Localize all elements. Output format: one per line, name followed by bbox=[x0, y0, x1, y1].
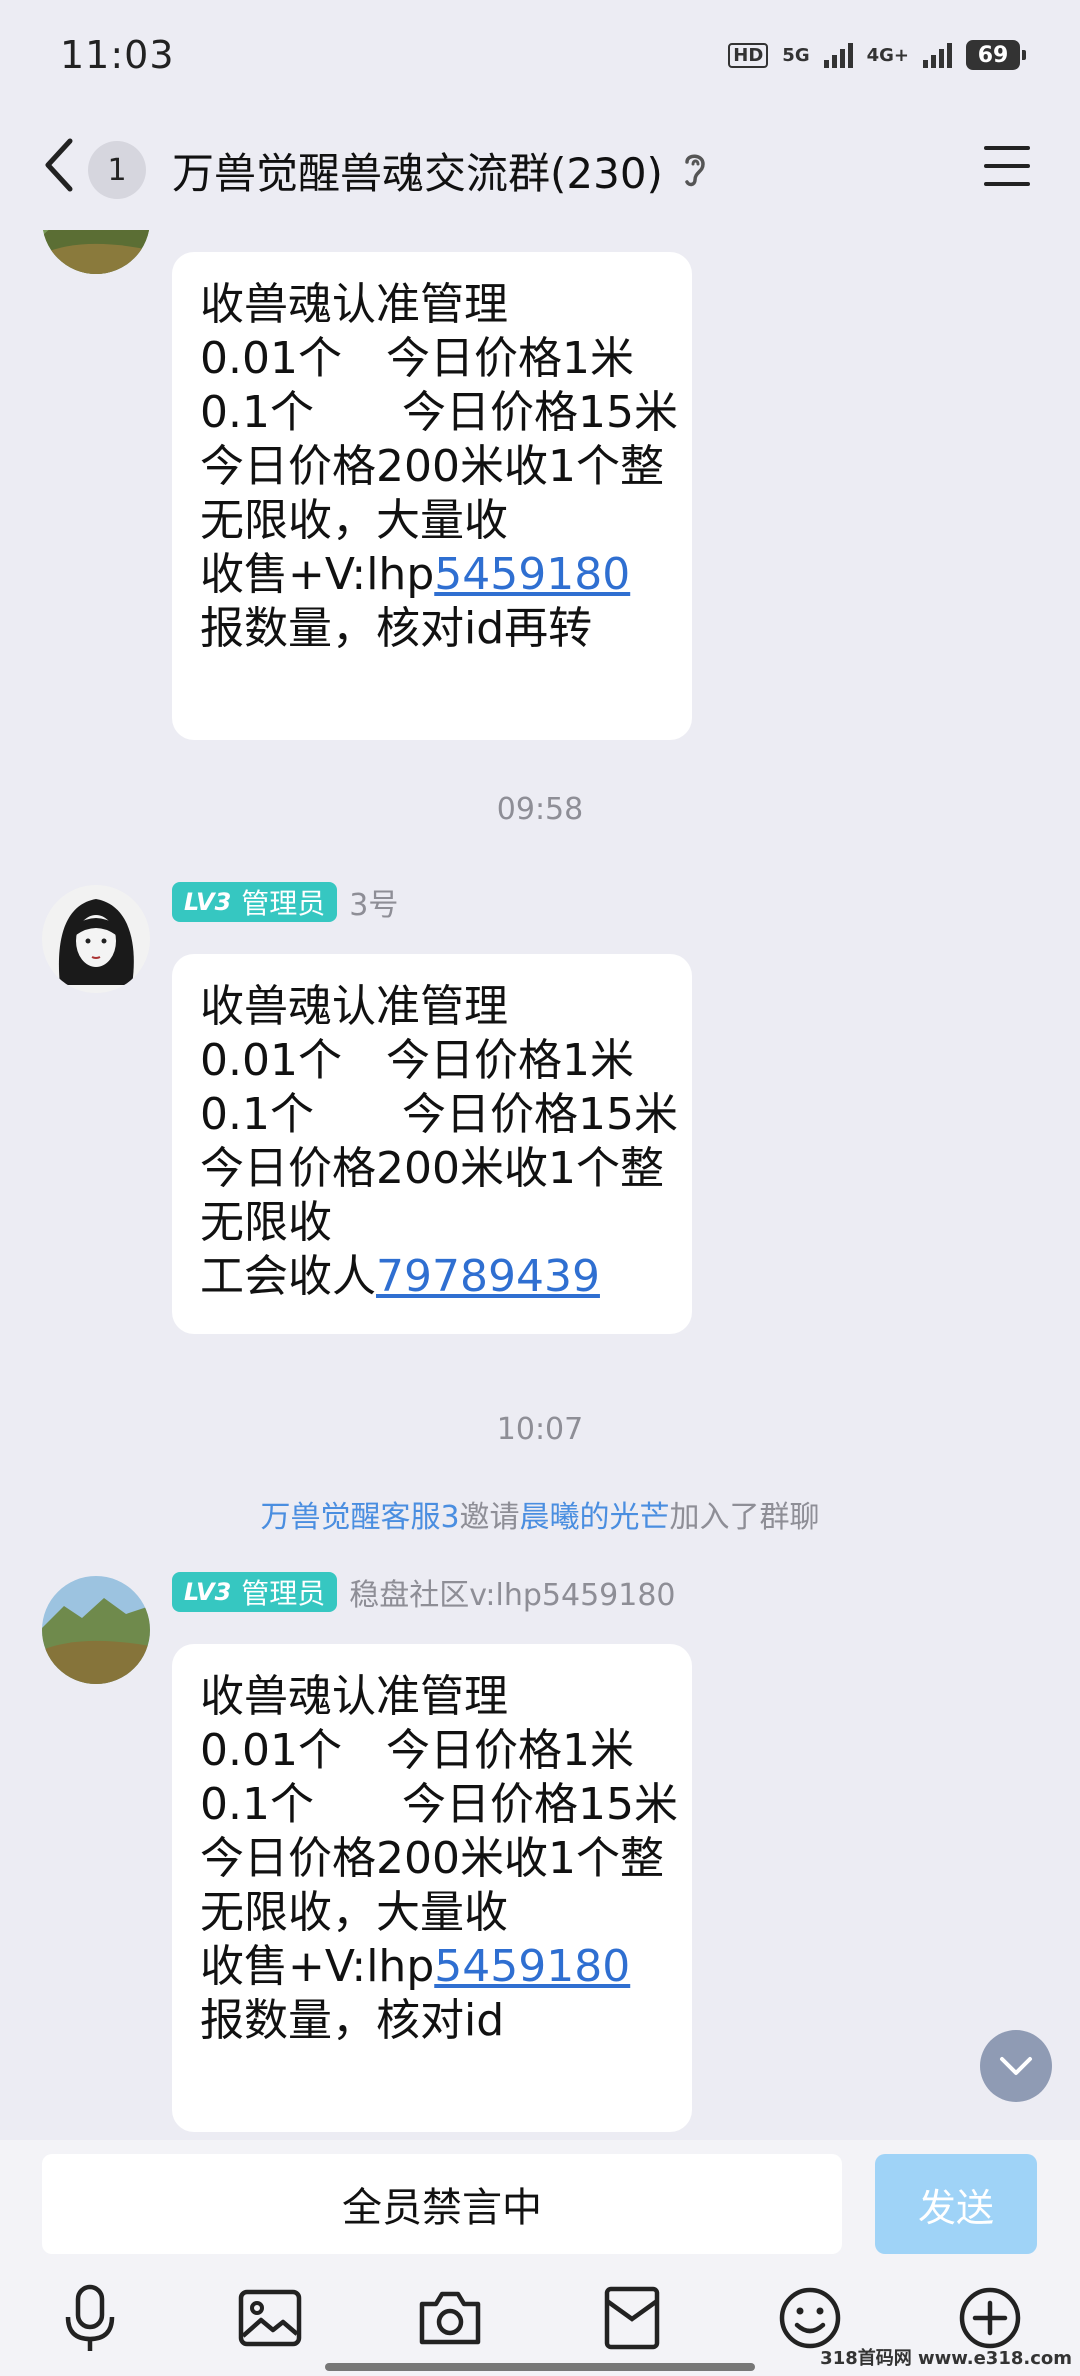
message-line: 报数量，核对id bbox=[200, 1995, 505, 2046]
role-badge: LV3 管理员 bbox=[172, 1572, 338, 1612]
home-indicator[interactable] bbox=[325, 2363, 755, 2371]
avatar[interactable] bbox=[42, 1576, 150, 1684]
muted-input-field[interactable]: 全员禁言中 bbox=[42, 2154, 842, 2254]
number-link[interactable]: 5459180 bbox=[434, 1941, 630, 1992]
number-link[interactable]: 5459180 bbox=[434, 549, 630, 600]
message-text: 收售+V:lhp bbox=[200, 549, 435, 600]
message-line: 0.1个 今日价格15米 bbox=[200, 387, 678, 438]
message-line: 无限收，大量收 bbox=[200, 1887, 508, 1938]
watermark: 318首码网 www.e318.com bbox=[820, 2348, 1072, 2369]
status-time: 11:03 bbox=[60, 33, 175, 77]
image-icon[interactable] bbox=[232, 2280, 308, 2356]
role-badge: LV3 管理员 bbox=[172, 882, 338, 922]
avatar[interactable] bbox=[42, 230, 150, 274]
red-packet-icon[interactable] bbox=[594, 2280, 670, 2356]
message-line: 无限收 bbox=[200, 1197, 332, 1248]
timestamp: 10:07 bbox=[496, 1412, 584, 1447]
chevron-down-icon bbox=[1000, 2057, 1032, 2075]
role-label: 管理员 bbox=[241, 887, 326, 920]
chevron-left-icon bbox=[45, 138, 73, 192]
message-line: 无限收，大量收 bbox=[200, 495, 508, 546]
message-line: 收兽魂认准管理 bbox=[200, 279, 508, 330]
signal-icon-2 bbox=[923, 42, 952, 68]
number-link[interactable]: 79789439 bbox=[376, 1251, 600, 1302]
timestamp: 09:58 bbox=[496, 792, 584, 827]
avatar[interactable] bbox=[42, 885, 150, 993]
input-bar: 全员禁言中 发送 bbox=[0, 2140, 1080, 2376]
message-line: 收兽魂认准管理 bbox=[200, 1671, 508, 1722]
camera-icon[interactable] bbox=[412, 2280, 488, 2356]
message-line: 0.01个 今日价格1米 bbox=[200, 1035, 634, 1086]
net-5g-label: 5G bbox=[782, 44, 810, 66]
message-text: 工会收人 bbox=[200, 1251, 376, 1302]
scroll-to-bottom-button[interactable] bbox=[980, 2030, 1052, 2102]
back-button[interactable] bbox=[40, 135, 80, 205]
role-label: 管理员 bbox=[241, 1577, 326, 1610]
chat-list[interactable]: 收兽魂认准管理 0.01个 今日价格1米 0.1个 今日价格15米 今日价格20… bbox=[0, 230, 1080, 2140]
status-bar: 11:03 HD 5G 4G+ 69 bbox=[0, 0, 1080, 110]
unread-count-badge[interactable]: 1 bbox=[88, 141, 146, 199]
battery-icon: 69 bbox=[966, 40, 1026, 70]
ear-icon[interactable] bbox=[681, 148, 709, 192]
level-label: LV3 bbox=[184, 888, 232, 916]
group-title: 万兽觉醒兽魂交流群(230) bbox=[172, 148, 663, 198]
net-4g-label: 4G+ bbox=[866, 44, 909, 66]
status-icons: HD 5G 4G+ 69 bbox=[728, 40, 1026, 70]
invitee-name[interactable]: 晨曦的光芒 bbox=[520, 1500, 670, 1535]
message-bubble[interactable]: 收兽魂认准管理 0.01个 今日价格1米 0.1个 今日价格15米 今日价格20… bbox=[172, 1644, 692, 2132]
sender-name[interactable]: 稳盘社区v:lhp5459180 bbox=[349, 1570, 675, 1614]
sender-row: LV3 管理员 3号 bbox=[172, 880, 398, 924]
hd-icon: HD bbox=[728, 42, 769, 68]
signal-icon bbox=[823, 42, 853, 68]
message-text: 收售+V:lhp bbox=[200, 1941, 435, 1992]
message-line: 0.1个 今日价格15米 bbox=[200, 1779, 678, 1830]
level-label: LV3 bbox=[184, 1578, 232, 1606]
message-line: 收兽魂认准管理 bbox=[200, 981, 508, 1032]
menu-icon[interactable] bbox=[984, 146, 1030, 186]
notice-verb: 邀请 bbox=[459, 1500, 520, 1535]
message-line: 报数量，核对id再转 bbox=[200, 603, 593, 654]
inviter-name[interactable]: 万兽觉醒客服3 bbox=[260, 1500, 459, 1535]
chat-header: 1 万兽觉醒兽魂交流群(230) bbox=[0, 110, 1080, 230]
send-button[interactable]: 发送 bbox=[875, 2154, 1037, 2254]
notice-suffix: 加入了群聊 bbox=[669, 1500, 820, 1535]
mic-icon[interactable] bbox=[52, 2280, 128, 2356]
system-notice: 万兽觉醒客服3邀请晨曦的光芒加入了群聊 bbox=[0, 1492, 1080, 1536]
message-line: 今日价格200米收1个整 bbox=[200, 441, 664, 492]
message-line: 0.01个 今日价格1米 bbox=[200, 333, 634, 384]
message-bubble[interactable]: 收兽魂认准管理 0.01个 今日价格1米 0.1个 今日价格15米 今日价格20… bbox=[172, 252, 692, 740]
message-line: 今日价格200米收1个整 bbox=[200, 1143, 664, 1194]
sender-name[interactable]: 3号 bbox=[349, 880, 398, 924]
message-line: 今日价格200米收1个整 bbox=[200, 1833, 664, 1884]
message-bubble[interactable]: 收兽魂认准管理 0.01个 今日价格1米 0.1个 今日价格15米 今日价格20… bbox=[172, 954, 692, 1334]
sender-row: LV3 管理员 稳盘社区v:lhp5459180 bbox=[172, 1570, 676, 1614]
message-line: 0.01个 今日价格1米 bbox=[200, 1725, 634, 1776]
message-line: 0.1个 今日价格15米 bbox=[200, 1089, 678, 1140]
